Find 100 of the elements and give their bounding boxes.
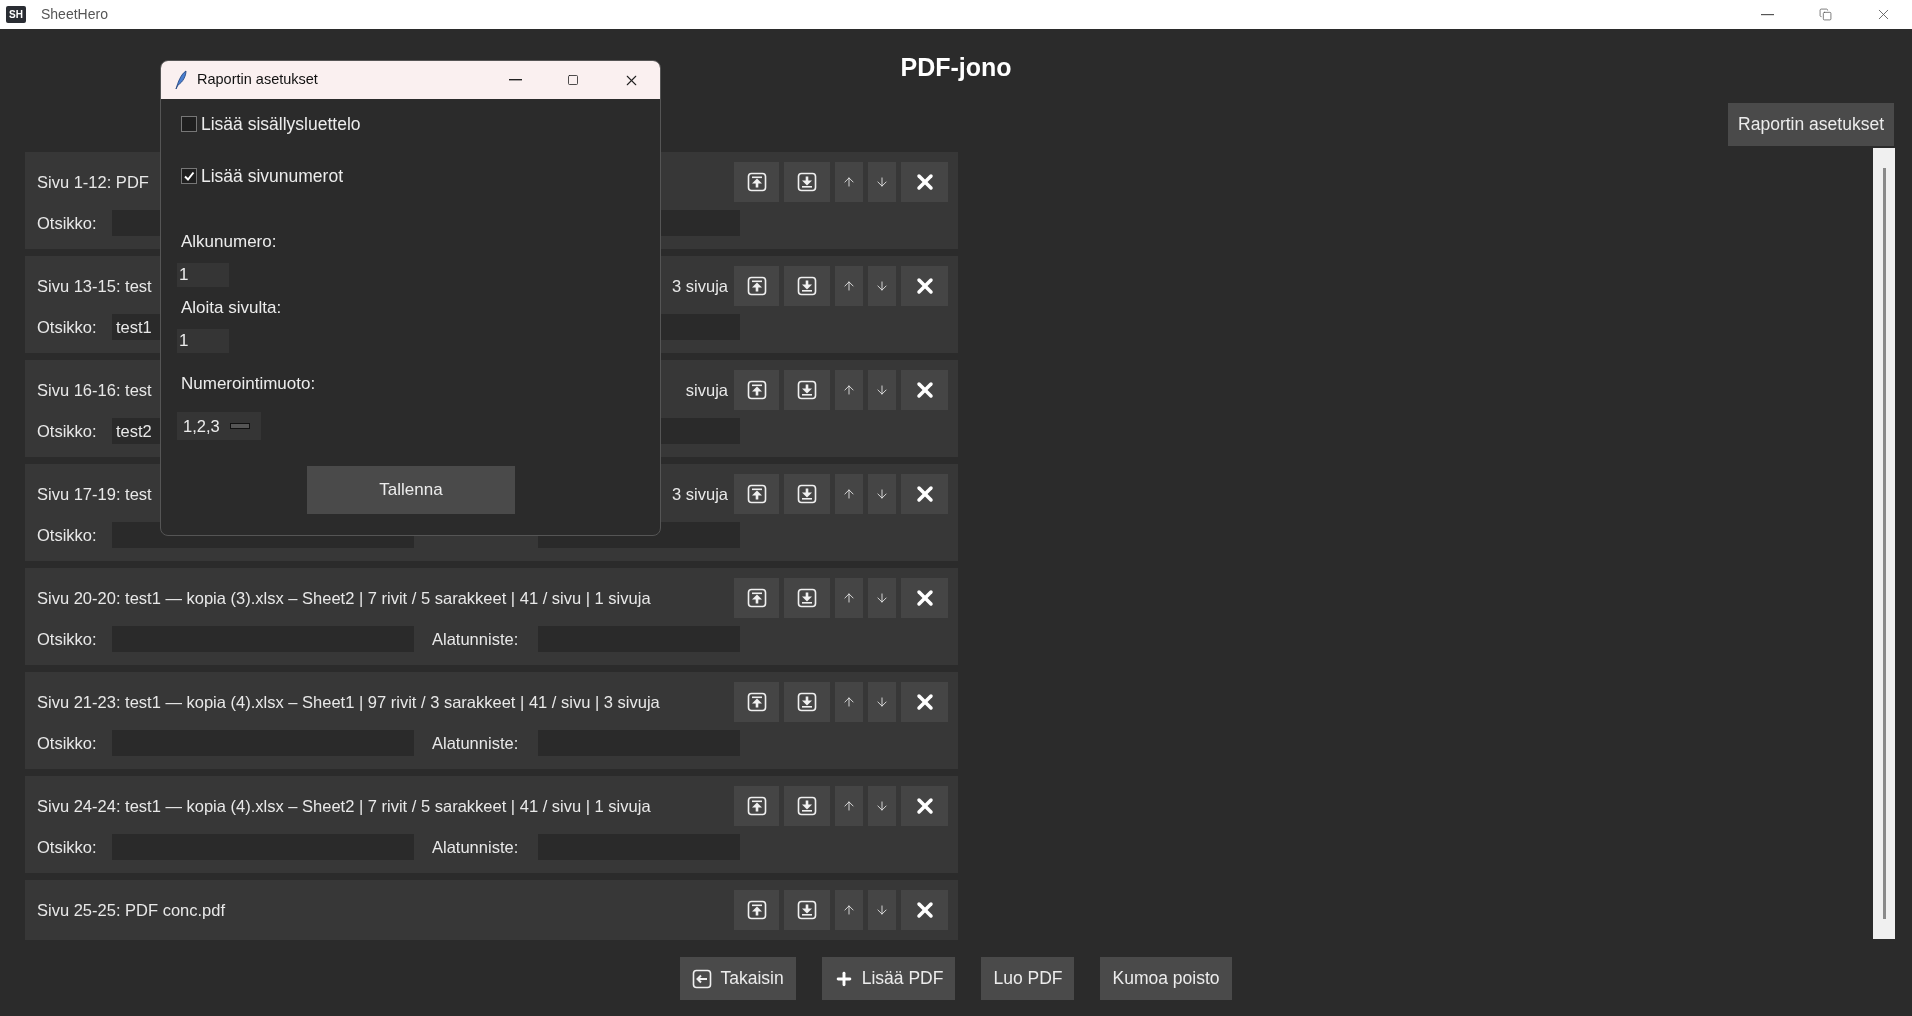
arrow-down-icon — [875, 799, 889, 813]
move-to-top-button[interactable] — [734, 890, 779, 930]
minimize-icon — [508, 79, 522, 81]
report-settings-button[interactable]: Raportin asetukset — [1728, 102, 1894, 146]
move-down-button[interactable] — [868, 578, 896, 618]
action-button[interactable]: Kumoa poisto — [1100, 957, 1232, 1000]
item-title: Sivu 1-12: PDF — [37, 171, 149, 193]
check-icon — [183, 170, 195, 182]
move-up-button[interactable] — [835, 578, 863, 618]
title-label: Otsikko: — [37, 732, 98, 754]
save-button[interactable]: Tallenna — [307, 466, 515, 514]
feather-icon — [175, 70, 187, 90]
checkbox[interactable] — [181, 116, 197, 132]
arrow-down-icon — [875, 591, 889, 605]
move-up-button[interactable] — [835, 474, 863, 514]
move-top-icon — [746, 692, 767, 712]
field-label: Alkunumero: — [181, 231, 278, 254]
move-to-bottom-button[interactable] — [784, 682, 830, 722]
move-bottom-icon — [797, 172, 817, 192]
restore-icon — [1818, 8, 1832, 21]
move-top-icon — [746, 172, 767, 192]
move-up-button[interactable] — [835, 786, 863, 826]
minimize-icon — [1760, 13, 1774, 16]
move-down-button[interactable] — [868, 370, 896, 410]
title-label: Otsikko: — [37, 524, 98, 546]
move-up-button[interactable] — [835, 890, 863, 930]
remove-button[interactable] — [901, 474, 948, 514]
item-title: 3 sivuja — [672, 483, 728, 505]
action-button[interactable]: Lisää PDF — [821, 957, 956, 1000]
checkbox-label: Lisää sivunumerot — [201, 164, 344, 188]
scrollbar-thumb[interactable] — [1882, 168, 1886, 919]
action-button[interactable]: Takaisin — [680, 957, 796, 1000]
footer-label: Alatunniste: — [432, 628, 519, 650]
move-to-bottom-button[interactable] — [784, 370, 830, 410]
move-bottom-icon — [797, 380, 817, 400]
move-to-bottom-button[interactable] — [784, 162, 830, 202]
move-top-icon — [746, 276, 767, 296]
title-label: Otsikko: — [37, 316, 98, 338]
move-down-button[interactable] — [868, 266, 896, 306]
checkbox[interactable] — [181, 168, 197, 184]
remove-button[interactable] — [901, 890, 948, 930]
move-to-top-button[interactable] — [734, 266, 779, 306]
item-title: Sivu 20-20: test1 — kopia (3).xlsx – Sheet2 | 7 rivit / 5 sarakkeet | 41 / sivu | 1 sivuja — [37, 587, 651, 609]
move-to-bottom-button[interactable] — [784, 578, 830, 618]
move-down-button[interactable] — [868, 474, 896, 514]
title-label: Otsikko: — [37, 420, 98, 442]
remove-button[interactable] — [901, 266, 948, 306]
move-up-button[interactable] — [835, 162, 863, 202]
move-down-button[interactable] — [868, 890, 896, 930]
move-down-button[interactable] — [868, 786, 896, 826]
move-to-top-button[interactable] — [734, 474, 779, 514]
dialog-title: Raportin asetukset — [197, 70, 318, 90]
item-title: Sivu 16-16: test — [37, 379, 152, 401]
window-title: SheetHero — [41, 5, 108, 24]
move-bottom-icon — [797, 796, 817, 816]
page-heading: PDF-jono — [900, 52, 1012, 83]
move-to-bottom-button[interactable] — [784, 266, 830, 306]
remove-button[interactable] — [901, 370, 948, 410]
title-label: Otsikko: — [37, 212, 98, 234]
move-to-top-button[interactable] — [734, 370, 779, 410]
move-up-button[interactable] — [835, 370, 863, 410]
move-to-top-button[interactable] — [734, 578, 779, 618]
move-bottom-icon — [797, 692, 817, 712]
move-down-button[interactable] — [868, 682, 896, 722]
format-dropdown[interactable]: 1,2,3 — [177, 412, 261, 440]
move-up-button[interactable] — [835, 682, 863, 722]
move-to-bottom-button[interactable] — [784, 474, 830, 514]
move-to-top-button[interactable] — [734, 682, 779, 722]
item-title: sivuja — [685, 379, 728, 401]
footer-label: Alatunniste: — [432, 732, 519, 754]
remove-button[interactable] — [901, 682, 948, 722]
footer-label: Alatunniste: — [432, 836, 519, 858]
number-field[interactable]: 1 — [177, 263, 229, 287]
item-title: Sivu 21-23: test1 — kopia (4).xlsx – Sheet1 | 97 rivit / 3 sarakkeet | 41 / sivu | 3 sivuja — [37, 691, 660, 713]
action-button[interactable]: Luo PDF — [981, 957, 1075, 1000]
move-top-icon — [746, 588, 767, 608]
title-label: Otsikko: — [37, 836, 98, 858]
remove-button[interactable] — [901, 786, 948, 826]
move-top-icon — [746, 900, 767, 920]
move-bottom-icon — [797, 900, 817, 920]
move-bottom-icon — [797, 276, 817, 296]
move-to-top-button[interactable] — [734, 786, 779, 826]
move-up-button[interactable] — [835, 266, 863, 306]
item-title: Sivu 13-15: test — [37, 275, 152, 297]
scrollbar[interactable] — [1873, 148, 1895, 939]
remove-button[interactable] — [901, 162, 948, 202]
move-top-icon — [746, 380, 767, 400]
number-field[interactable]: 1 — [177, 329, 229, 353]
move-to-bottom-button[interactable] — [784, 786, 830, 826]
item-title: 3 sivuja — [672, 275, 728, 297]
maximize-icon — [567, 74, 579, 86]
move-bottom-icon — [797, 588, 817, 608]
move-to-top-button[interactable] — [734, 162, 779, 202]
back-icon — [692, 968, 713, 989]
item-title: Sivu 24-24: test1 — kopia (4).xlsx – Sheet2 | 7 rivit / 5 sarakkeet | 41 / sivu | 1 sivuja — [37, 795, 651, 817]
arrow-down-icon — [875, 903, 889, 917]
item-title: Sivu 25-25: PDF conc.pdf — [37, 899, 225, 921]
remove-button[interactable] — [901, 578, 948, 618]
move-to-bottom-button[interactable] — [784, 890, 830, 930]
move-down-button[interactable] — [868, 162, 896, 202]
